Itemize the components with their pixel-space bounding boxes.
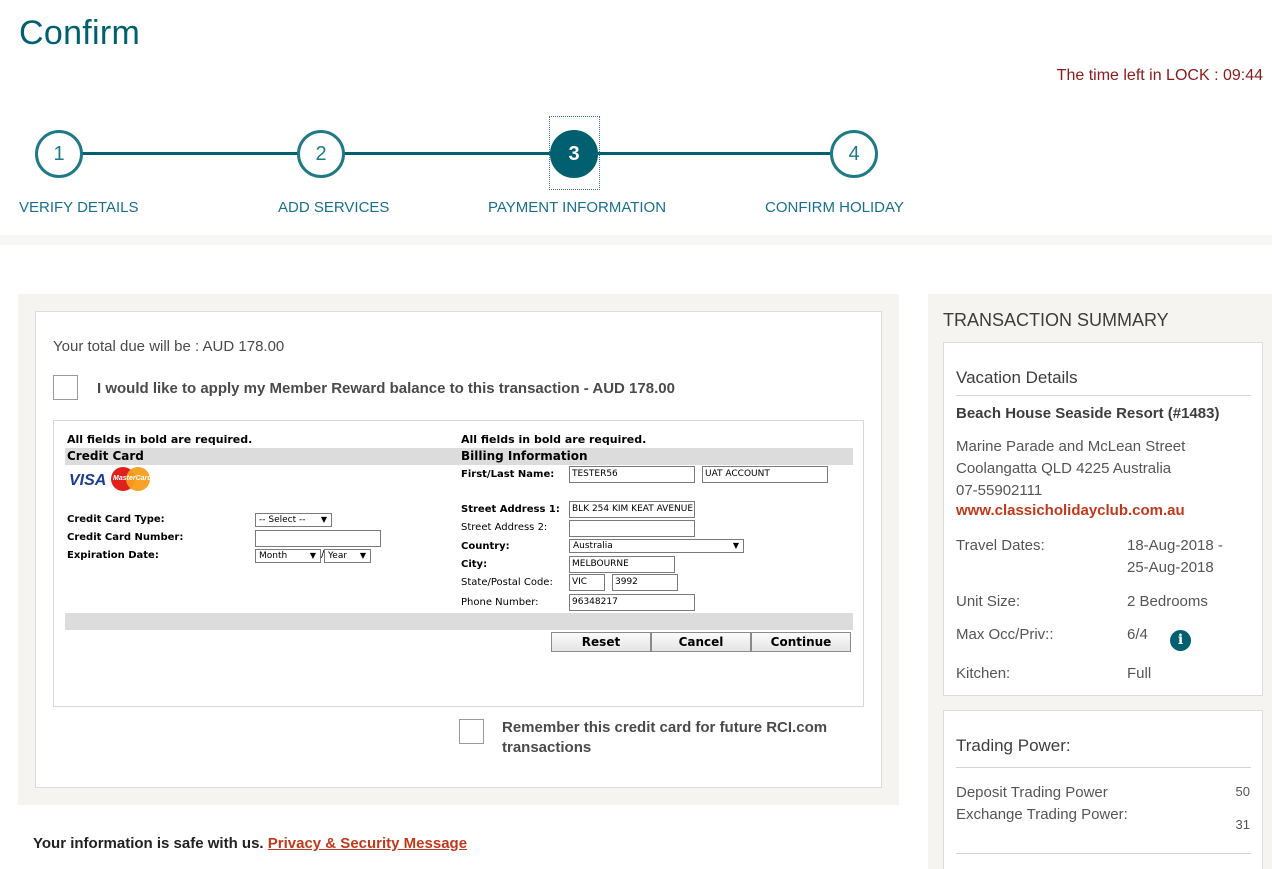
step-3-label[interactable]: PAYMENT INFORMATION: [488, 199, 666, 216]
expiration-date-label: Expiration Date:: [67, 550, 159, 561]
step-4-circle[interactable]: 4: [830, 130, 878, 178]
resort-phone: 07-55902111: [956, 482, 1043, 499]
name-label: First/Last Name:: [461, 469, 555, 480]
billing-info-heading: Billing Information: [459, 448, 853, 465]
step-2-label[interactable]: ADD SERVICES: [278, 199, 389, 216]
transaction-summary-title: TRANSACTION SUMMARY: [943, 310, 1169, 330]
card-number-input[interactable]: [255, 530, 381, 547]
required-note-billing: All fields in bold are required.: [461, 433, 647, 446]
last-name-input[interactable]: UAT ACCOUNT: [702, 466, 828, 483]
vacation-details-heading: Vacation Details: [956, 368, 1078, 387]
lock-timer: The time left in LOCK : 09:44: [1056, 67, 1263, 84]
expiry-year-select[interactable]: Year ▼: [324, 549, 371, 563]
exchange-trading-power-label: Exchange Trading Power:: [956, 806, 1128, 823]
safe-info-text: Your information is safe with us. Privac…: [33, 835, 467, 852]
chevron-down-icon: ▼: [320, 515, 327, 524]
deposit-trading-power-label: Deposit Trading Power: [956, 784, 1108, 801]
postal-code-input[interactable]: 3992: [612, 574, 678, 591]
exchange-trading-power-value: 31: [1235, 817, 1250, 832]
card-type-value: -- Select --: [259, 515, 306, 525]
required-note-credit: All fields in bold are required.: [67, 433, 253, 446]
expiry-month-select[interactable]: Month ▼: [255, 549, 321, 563]
kitchen-value: Full: [1127, 665, 1152, 682]
transaction-summary-panel: TRANSACTION SUMMARY Vacation Details Bea…: [928, 294, 1272, 869]
max-occupancy-value: 6/4: [1127, 626, 1148, 643]
step-1-circle[interactable]: 1: [35, 130, 83, 178]
step-3-circle[interactable]: 3: [550, 130, 598, 178]
first-name-input[interactable]: TESTER56: [569, 466, 695, 483]
mastercard-logo-text: MasterCard: [113, 475, 152, 482]
country-select[interactable]: Australia ▼: [569, 539, 744, 553]
kitchen-label: Kitchen:: [956, 665, 1011, 682]
resort-address-line2: Coolangatta QLD 4225 Australia: [956, 460, 1172, 477]
step-4-label[interactable]: CONFIRM HOLIDAY: [765, 199, 904, 216]
continue-button[interactable]: Continue: [751, 632, 851, 652]
vacation-details-divider: [956, 395, 1251, 396]
safe-text: Your information is safe with us.: [33, 835, 264, 852]
trading-power-heading: Trading Power:: [956, 736, 1071, 755]
travel-dates-start: 18-Aug-2018 -: [1127, 537, 1223, 554]
street2-label: Street Address 2:: [461, 522, 548, 533]
total-due-text: Your total due will be : AUD 178.00: [53, 338, 285, 355]
visa-logo-icon: VISA: [69, 472, 107, 489]
stepper-line: [82, 152, 854, 155]
city-label: City:: [461, 559, 488, 570]
state-input[interactable]: VIC: [569, 574, 605, 591]
member-reward-checkbox[interactable]: [53, 375, 78, 400]
header-divider-band: [0, 235, 1272, 245]
country-value: Australia: [573, 541, 613, 551]
step-1-label[interactable]: VERIFY DETAILS: [19, 199, 138, 216]
reset-button[interactable]: Reset: [551, 632, 651, 652]
street2-input[interactable]: [569, 520, 695, 537]
state-postal-label: State/Postal Code:: [461, 577, 553, 588]
street1-label: Street Address 1:: [461, 504, 560, 515]
payment-box: Your total due will be : AUD 178.00 I wo…: [35, 311, 882, 788]
payment-panel: Your total due will be : AUD 178.00 I wo…: [18, 294, 899, 805]
privacy-security-link[interactable]: Privacy & Security Message: [268, 835, 467, 852]
vacation-details-card: Vacation Details Beach House Seaside Res…: [943, 342, 1263, 696]
resort-name: Beach House Seaside Resort (#1483): [956, 405, 1220, 422]
deposit-trading-power-value: 50: [1235, 784, 1250, 799]
travel-dates-end: 25-Aug-2018: [1127, 559, 1214, 576]
unit-size-value: 2 Bedrooms: [1127, 593, 1208, 610]
chevron-down-icon: ▼: [359, 551, 366, 560]
chevron-down-icon: ▼: [732, 541, 739, 550]
remember-card-label[interactable]: Remember this credit card for future RCI…: [502, 718, 862, 758]
remember-card-checkbox[interactable]: [459, 719, 484, 744]
max-occupancy-label: Max Occ/Priv::: [956, 626, 1054, 643]
progress-stepper: 1 2 3 4 VERIFY DETAILS ADD SERVICES PAYM…: [0, 100, 1272, 235]
travel-dates-label: Travel Dates:: [956, 537, 1045, 554]
resort-website-link[interactable]: www.classicholidayclub.com.au: [956, 502, 1185, 519]
card-number-label: Credit Card Number:: [67, 532, 184, 543]
unit-size-label: Unit Size:: [956, 593, 1021, 610]
country-label: Country:: [461, 541, 510, 552]
phone-input[interactable]: 96348217: [569, 594, 695, 611]
resort-address-line1: Marine Parade and McLean Street: [956, 438, 1186, 455]
card-type-select[interactable]: -- Select -- ▼: [255, 513, 332, 527]
page-title: Confirm: [19, 14, 141, 52]
trading-power-divider-top: [956, 767, 1251, 768]
card-type-label: Credit Card Type:: [67, 514, 165, 525]
phone-label: Phone Number:: [461, 597, 539, 608]
chevron-down-icon: ▼: [309, 551, 316, 560]
cancel-button[interactable]: Cancel: [651, 632, 751, 652]
trading-power-card: Trading Power: Deposit Trading Power 50 …: [943, 710, 1263, 869]
street1-input[interactable]: BLK 254 KIM KEAT AVENUE: [569, 501, 695, 518]
payment-form: All fields in bold are required. All fie…: [53, 420, 864, 707]
form-footer-bar: [65, 613, 853, 630]
expiry-year-value: Year: [328, 551, 348, 561]
city-input[interactable]: MELBOURNE: [569, 556, 675, 573]
mastercard-logo-icon: MasterCard: [111, 467, 152, 491]
trading-power-divider-bottom: [956, 853, 1251, 854]
expiry-month-value: Month: [259, 551, 288, 561]
credit-card-heading: Credit Card: [65, 448, 459, 465]
info-icon[interactable]: i: [1170, 630, 1191, 651]
step-2-circle[interactable]: 2: [297, 130, 345, 178]
member-reward-label[interactable]: I would like to apply my Member Reward b…: [97, 380, 675, 397]
